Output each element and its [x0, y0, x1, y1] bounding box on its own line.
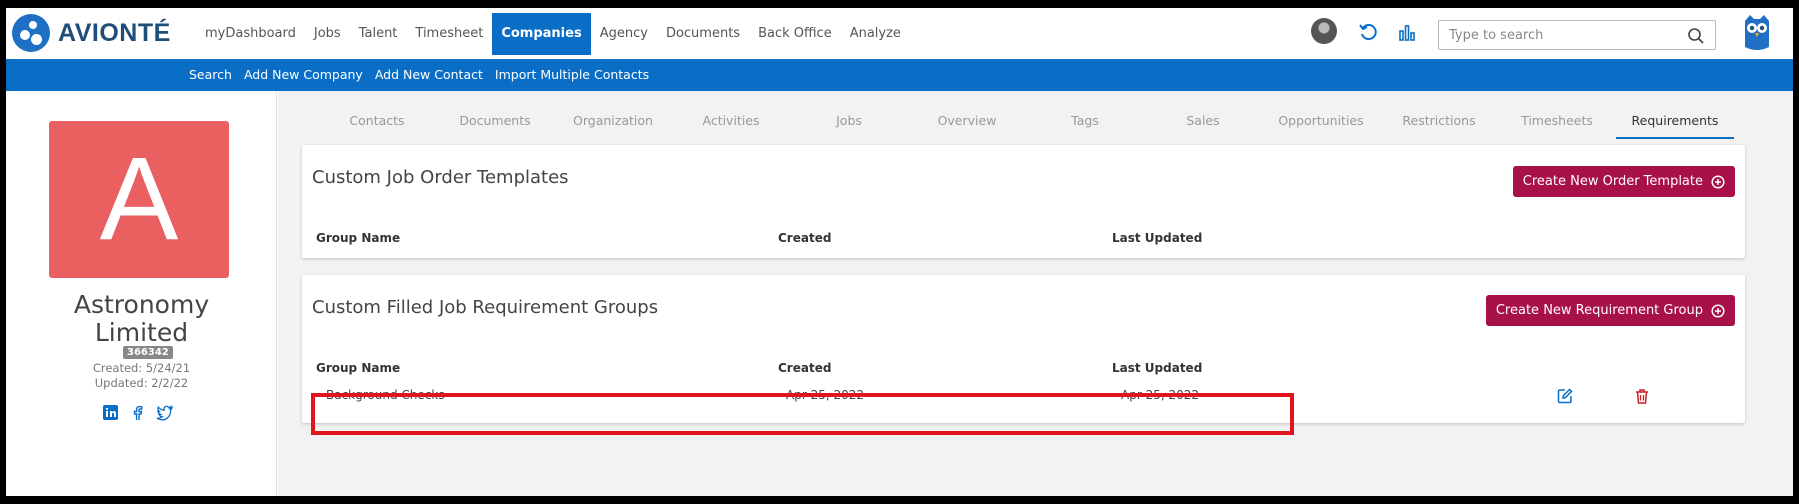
global-search — [1438, 20, 1716, 50]
company-content: Contacts Documents Organization Activiti… — [278, 91, 1793, 496]
company-id-badge: 366342 — [123, 346, 173, 359]
tab-activities[interactable]: Activities — [672, 103, 790, 139]
nav-item-timesheet[interactable]: Timesheet — [406, 13, 492, 55]
subnav-add-new-contact[interactable]: Add New Contact — [375, 59, 483, 91]
edit-icon[interactable] — [1557, 388, 1573, 404]
top-navbar: AVIONTÉ myDashboard Jobs Talent Timeshee… — [6, 8, 1793, 59]
company-avatar: A — [49, 121, 229, 278]
job-order-templates-card: Custom Job Order Templates Create New Or… — [302, 145, 1745, 258]
tab-opportunities[interactable]: Opportunities — [1262, 103, 1380, 139]
column-header-last-updated[interactable]: Last Updated — [1112, 361, 1202, 375]
card-title: Custom Filled Job Requirement Groups — [312, 297, 659, 318]
column-header-created[interactable]: Created — [778, 361, 831, 375]
column-header-last-updated[interactable]: Last Updated — [1112, 231, 1202, 245]
company-profile-panel: A Astronomy Limited 366342 Created: 5/24… — [6, 91, 277, 496]
social-links — [102, 404, 173, 421]
app-window: AVIONTÉ myDashboard Jobs Talent Timeshee… — [6, 8, 1793, 496]
trash-icon[interactable] — [1634, 388, 1650, 404]
search-icon[interactable] — [1687, 27, 1705, 45]
plus-circle-icon — [1711, 174, 1725, 189]
plus-circle-icon — [1711, 303, 1725, 318]
create-requirement-group-button[interactable]: Create New Requirement Group — [1485, 295, 1735, 326]
company-name: Astronomy Limited — [6, 291, 277, 347]
company-created-date: Created: 5/24/21 — [92, 361, 191, 375]
tab-documents[interactable]: Documents — [436, 103, 554, 139]
tab-timesheets[interactable]: Timesheets — [1498, 103, 1616, 139]
linkedin-icon[interactable] — [102, 404, 119, 421]
refresh-icon[interactable] — [1358, 22, 1378, 42]
tab-contacts[interactable]: Contacts — [318, 103, 436, 139]
tab-tags[interactable]: Tags — [1026, 103, 1144, 139]
tab-restrictions[interactable]: Restrictions — [1380, 103, 1498, 139]
company-tabs: Contacts Documents Organization Activiti… — [318, 103, 1734, 139]
nav-item-mydashboard[interactable]: myDashboard — [196, 13, 305, 55]
nav-item-analyze[interactable]: Analyze — [841, 13, 910, 55]
nav-item-jobs[interactable]: Jobs — [305, 13, 350, 55]
brand-name: AVIONTÉ — [58, 18, 171, 47]
row-highlight-annotation — [311, 393, 1294, 435]
owl-assistant-icon[interactable] — [1742, 13, 1772, 53]
nav-item-companies[interactable]: Companies — [492, 13, 591, 55]
main-nav: myDashboard Jobs Talent Timesheet Compan… — [196, 13, 910, 55]
facebook-icon[interactable] — [129, 404, 146, 421]
company-name-line2: Limited — [94, 318, 189, 347]
tab-jobs[interactable]: Jobs — [790, 103, 908, 139]
tab-overview[interactable]: Overview — [908, 103, 1026, 139]
column-header-created[interactable]: Created — [778, 231, 831, 245]
company-updated-date: Updated: 2/2/22 — [94, 376, 189, 390]
user-avatar[interactable] — [1311, 18, 1337, 44]
requirement-groups-card: Custom Filled Job Requirement Groups Cre… — [302, 275, 1745, 435]
logo-icon — [12, 14, 50, 52]
companies-subnav: Search Add New Company Add New Contact I… — [6, 59, 1793, 91]
analytics-chart-icon[interactable] — [1397, 22, 1417, 42]
nav-item-documents[interactable]: Documents — [657, 13, 749, 55]
button-label: Create New Requirement Group — [1495, 303, 1703, 318]
tab-requirements[interactable]: Requirements — [1616, 103, 1734, 139]
search-input[interactable] — [1449, 22, 1679, 48]
column-header-group-name[interactable]: Group Name — [316, 361, 400, 375]
subnav-search[interactable]: Search — [189, 59, 232, 91]
company-name-line1: Astronomy — [73, 290, 210, 319]
nav-item-agency[interactable]: Agency — [591, 13, 657, 55]
create-order-template-button[interactable]: Create New Order Template — [1512, 166, 1735, 197]
tab-sales[interactable]: Sales — [1144, 103, 1262, 139]
subnav-add-new-company[interactable]: Add New Company — [244, 59, 363, 91]
column-header-group-name[interactable]: Group Name — [316, 231, 400, 245]
tab-organization[interactable]: Organization — [554, 103, 672, 139]
brand-logo[interactable]: AVIONTÉ — [12, 14, 171, 52]
button-label: Create New Order Template — [1522, 174, 1703, 189]
nav-item-talent[interactable]: Talent — [350, 13, 407, 55]
subnav-import-multiple-contacts[interactable]: Import Multiple Contacts — [495, 59, 649, 91]
card-title: Custom Job Order Templates — [312, 167, 569, 188]
twitter-icon[interactable] — [156, 404, 173, 421]
nav-item-back-office[interactable]: Back Office — [749, 13, 841, 55]
